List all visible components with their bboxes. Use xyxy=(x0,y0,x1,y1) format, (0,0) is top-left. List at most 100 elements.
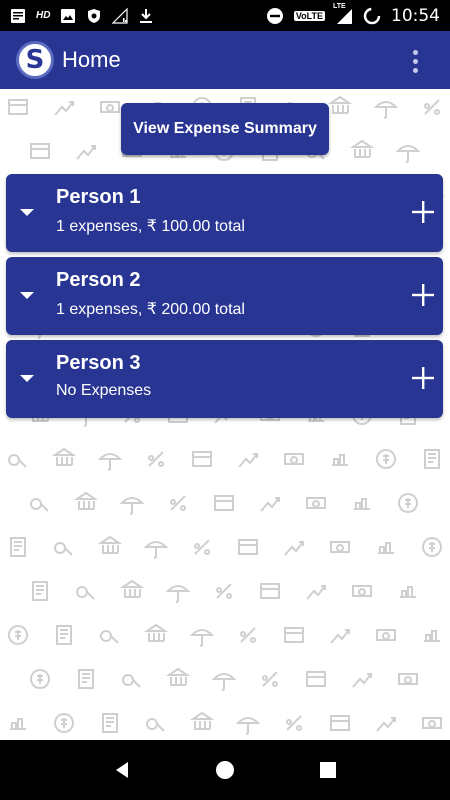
pattern-icon xyxy=(51,447,77,466)
person-name: Person 2 xyxy=(56,269,141,291)
pattern-icon xyxy=(122,674,141,688)
pattern-icon xyxy=(73,491,99,510)
pattern-icon xyxy=(54,713,74,733)
pattern-icon xyxy=(376,449,396,469)
pattern-icon xyxy=(8,625,28,645)
lte-label: LTE xyxy=(333,2,346,10)
pattern-icon xyxy=(143,623,169,642)
view-expense-summary-button[interactable]: View Expense Summary xyxy=(121,103,329,155)
pattern-icon xyxy=(330,715,350,731)
person-card-1[interactable]: Person 1 1 expenses, ₹ 100.00 total xyxy=(6,174,443,252)
pattern-icon xyxy=(262,671,278,687)
vpn-icon xyxy=(86,8,102,24)
pattern-icon xyxy=(189,629,215,647)
pattern-icon xyxy=(373,101,399,119)
expand-caret-icon[interactable] xyxy=(20,209,34,216)
dnd-icon xyxy=(266,7,284,25)
pattern-icon xyxy=(148,451,164,467)
pattern-icon xyxy=(284,453,304,465)
person-name: Person 1 xyxy=(56,186,141,208)
pattern-icon xyxy=(54,542,73,556)
person-name: Person 3 xyxy=(56,352,141,374)
pattern-icon xyxy=(192,451,212,467)
hd-icon: HD xyxy=(36,10,51,21)
pattern-icon xyxy=(330,541,350,553)
pattern-icon xyxy=(119,579,145,598)
image-icon xyxy=(60,8,76,24)
pattern-icon xyxy=(56,625,72,645)
pattern-icon xyxy=(238,453,258,468)
add-expense-icon[interactable] xyxy=(407,362,439,394)
overflow-menu-icon[interactable] xyxy=(409,48,422,75)
pattern-icon xyxy=(260,583,280,599)
pattern-icon xyxy=(398,493,418,513)
pattern-icon xyxy=(165,585,191,603)
pattern-icon xyxy=(10,537,26,557)
signal-icon xyxy=(112,7,129,24)
app-logo: S xyxy=(16,41,54,79)
expand-caret-icon[interactable] xyxy=(20,375,34,382)
person-card-3[interactable]: Person 3 No Expenses xyxy=(6,340,443,418)
status-left: HD xyxy=(10,7,154,24)
pattern-icon xyxy=(100,101,120,113)
pattern-icon xyxy=(400,586,416,598)
pattern-icon xyxy=(354,498,370,510)
expand-caret-icon[interactable] xyxy=(20,292,34,299)
status-time: 10:54 xyxy=(391,5,440,26)
pattern-icon xyxy=(194,539,210,555)
pattern-icon xyxy=(30,143,50,159)
pattern-icon xyxy=(306,497,326,509)
pattern-icon xyxy=(284,627,304,643)
pattern-icon xyxy=(352,585,372,597)
pattern-icon xyxy=(306,585,326,600)
pattern-icon xyxy=(78,669,94,689)
pattern-icon xyxy=(76,145,96,160)
person-card-2[interactable]: Person 2 1 expenses, ₹ 200.00 total xyxy=(6,257,443,335)
pattern-icon xyxy=(119,497,145,515)
home-icon[interactable] xyxy=(205,750,245,790)
person-expense-summary: 1 expenses, ₹ 100.00 total xyxy=(56,218,245,235)
pattern-icon xyxy=(424,630,440,642)
pattern-icon xyxy=(352,673,372,688)
pattern-icon xyxy=(424,449,440,469)
pattern-icon xyxy=(240,627,256,643)
navigation-bar xyxy=(0,740,450,800)
pattern-icon xyxy=(306,671,326,687)
pattern-icon xyxy=(30,498,49,512)
pattern-icon xyxy=(424,99,440,115)
add-expense-icon[interactable] xyxy=(407,279,439,311)
pattern-icon xyxy=(143,541,169,559)
pattern-icon xyxy=(422,537,442,557)
pattern-icon xyxy=(327,95,353,114)
main-content: View Expense Summary Person 1 1 expenses… xyxy=(0,89,450,740)
lte-signal-icon: LTE xyxy=(333,3,353,25)
pattern-icon xyxy=(189,711,215,730)
pattern-icon xyxy=(330,629,350,644)
notes-icon xyxy=(10,8,26,24)
recents-icon[interactable] xyxy=(308,750,348,790)
back-icon[interactable] xyxy=(102,750,142,790)
pattern-icon xyxy=(332,454,348,466)
pattern-icon xyxy=(216,583,232,599)
pattern-icon xyxy=(8,99,28,115)
pattern-icon xyxy=(32,581,48,601)
pattern-icon xyxy=(260,497,280,512)
pattern-icon xyxy=(30,669,50,689)
pattern-icon xyxy=(211,673,237,691)
pattern-icon xyxy=(10,718,26,730)
pattern-icon xyxy=(284,541,304,556)
pattern-icon xyxy=(395,145,421,163)
page-title: Home xyxy=(62,47,121,72)
person-expense-summary: No Expenses xyxy=(56,382,152,399)
pattern-icon xyxy=(146,718,165,732)
pattern-icon xyxy=(100,630,119,644)
pattern-icon xyxy=(286,715,302,731)
pattern-icon xyxy=(235,717,261,735)
status-bar: HD VoLTE LTE 10:54 xyxy=(0,0,450,31)
pattern-icon xyxy=(422,717,442,729)
add-expense-icon[interactable] xyxy=(407,196,439,228)
pattern-icon xyxy=(349,139,375,158)
pattern-icon xyxy=(97,535,123,554)
download-icon xyxy=(138,8,154,24)
person-expense-summary: 1 expenses, ₹ 200.00 total xyxy=(56,301,245,318)
